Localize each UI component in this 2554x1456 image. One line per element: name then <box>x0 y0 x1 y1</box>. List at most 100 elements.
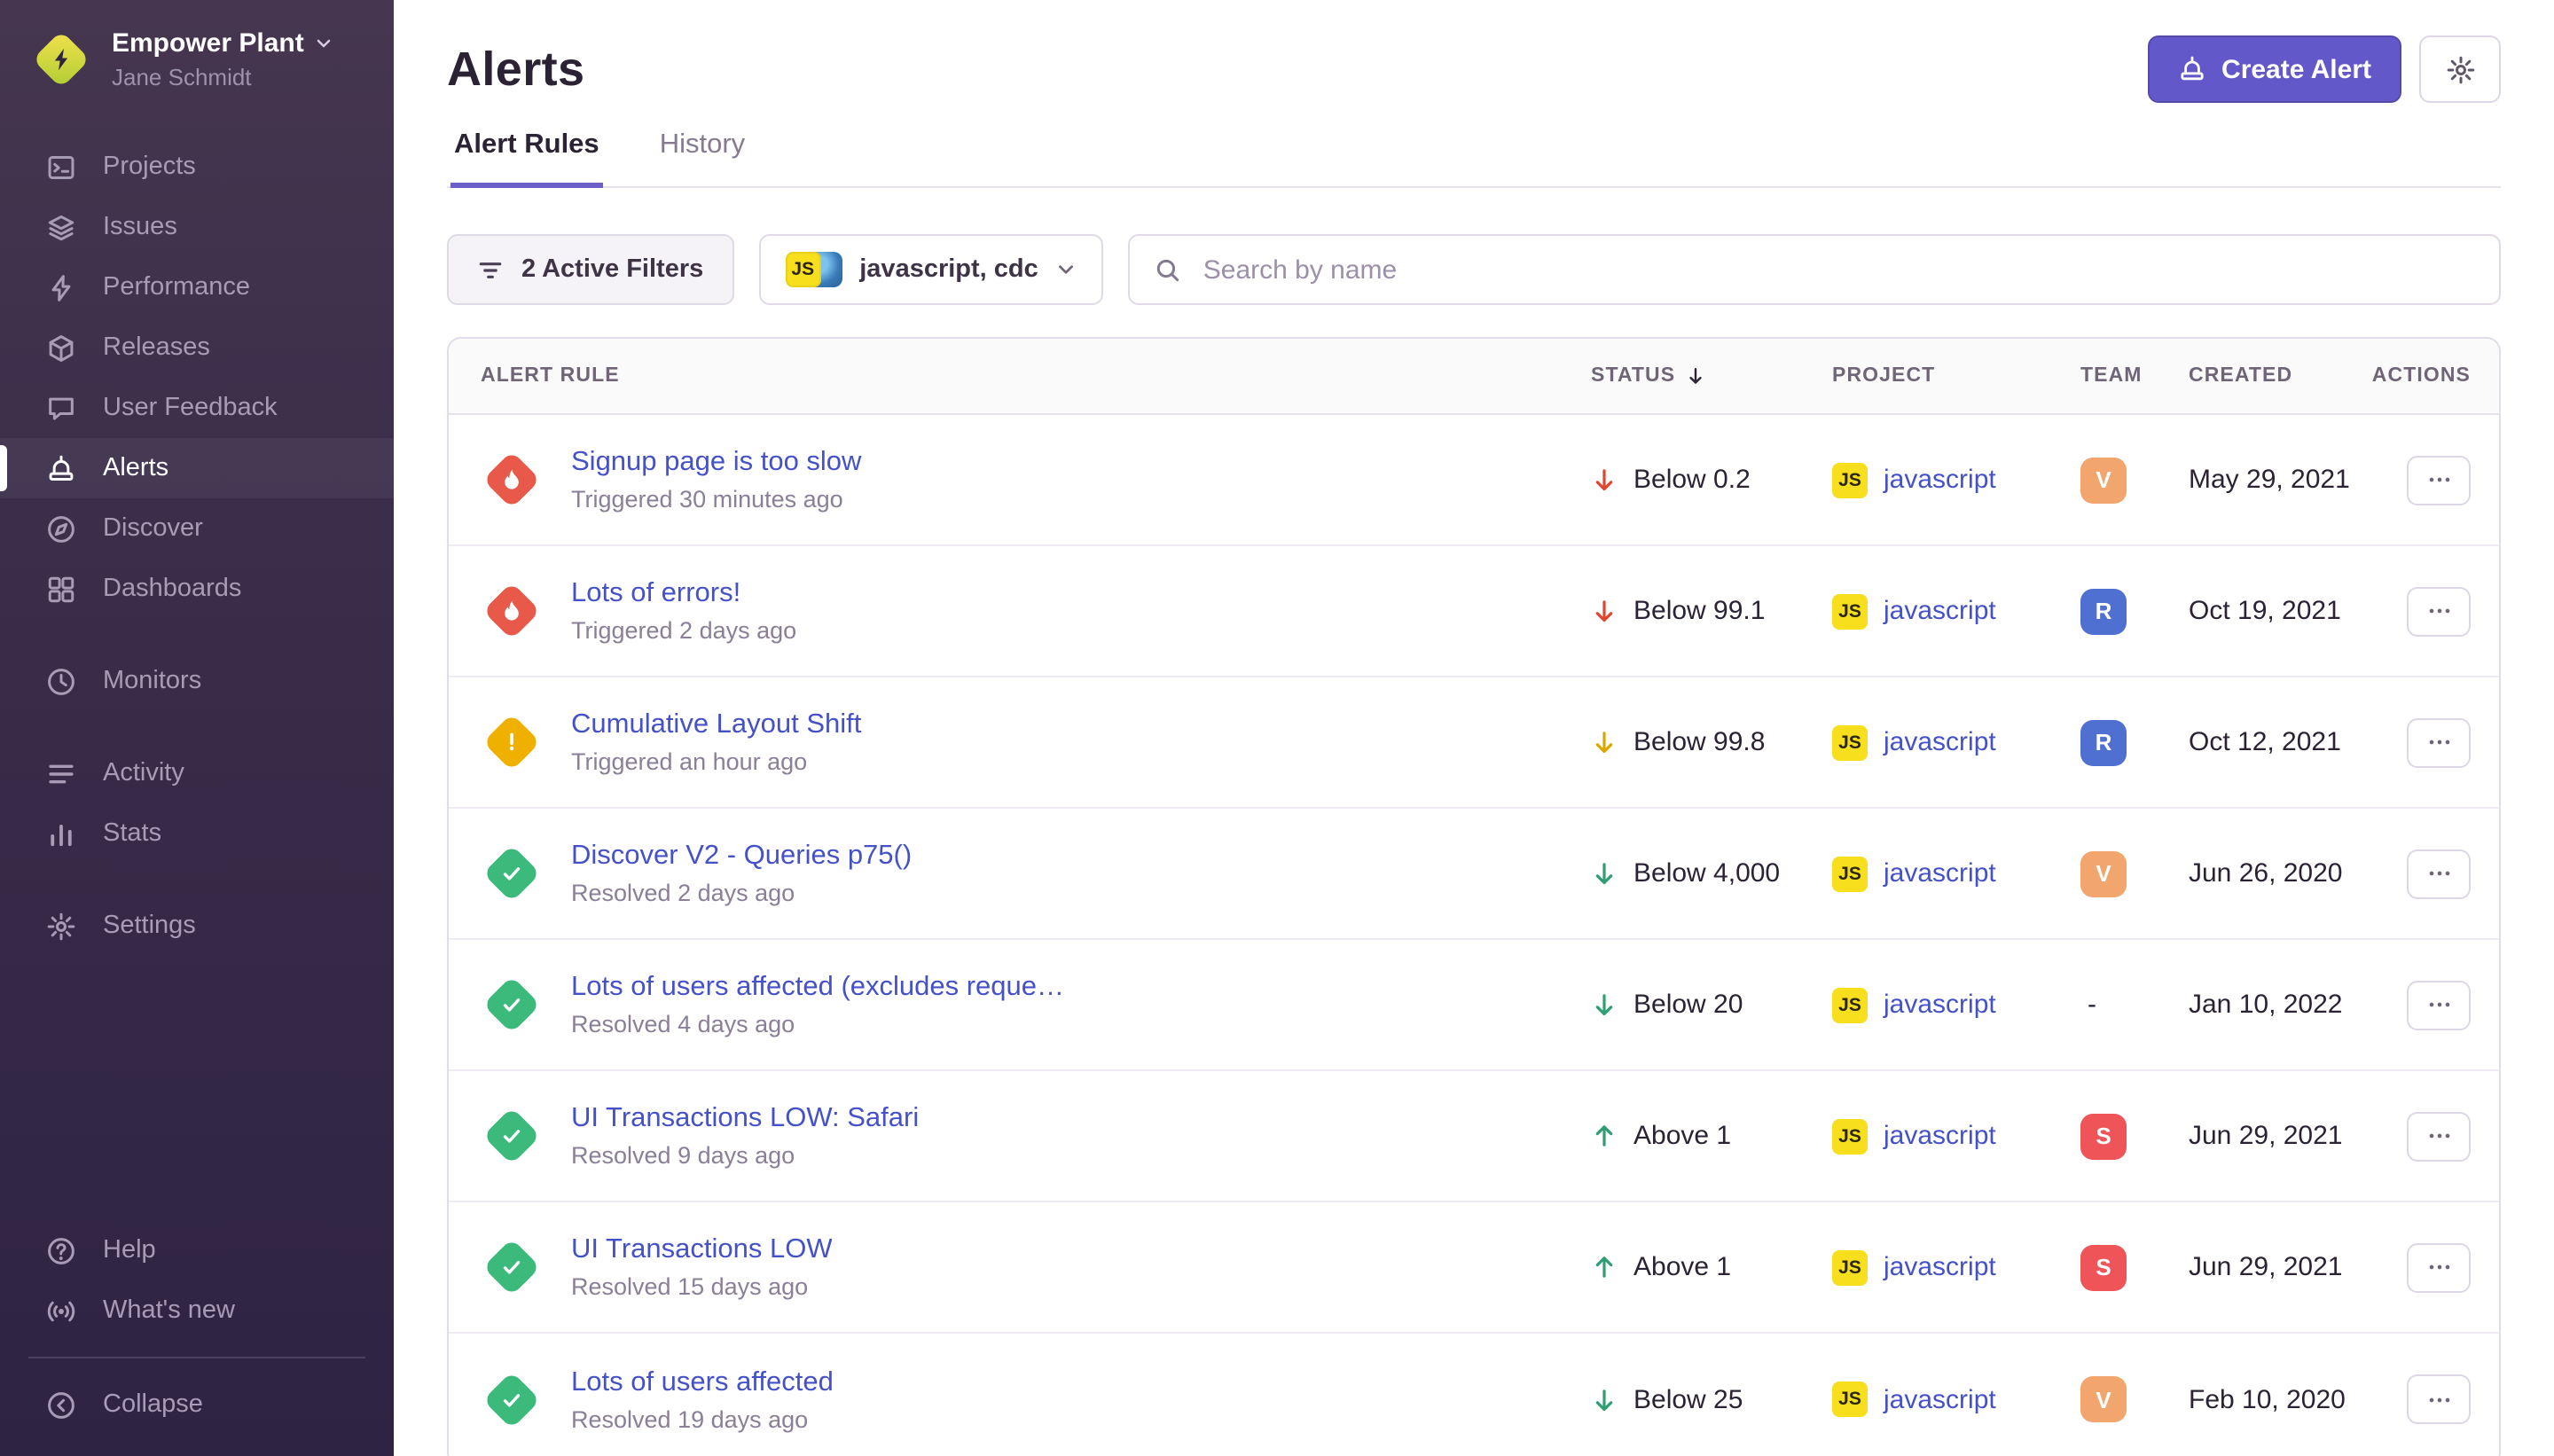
collapse-icon <box>46 1389 76 1420</box>
javascript-platform-icon: JS <box>1832 724 1868 760</box>
project-link[interactable]: javascript <box>1884 1384 1996 1414</box>
team-avatar: S <box>2080 1113 2127 1159</box>
ellipsis-icon <box>2425 1123 2452 1149</box>
sidebar-item-monitors[interactable]: Monitors <box>0 651 394 711</box>
sidebar-item-label: Monitors <box>103 667 201 695</box>
arrow-down-icon <box>1591 466 1618 493</box>
alert-rule-link[interactable]: UI Transactions LOW: Safari <box>571 1103 919 1135</box>
column-header-status[interactable]: Status <box>1591 365 1832 387</box>
resolved-glyph-icon <box>500 1256 523 1279</box>
alert-rule-subtitle: Resolved 15 days ago <box>571 1273 833 1300</box>
create-alert-button[interactable]: Create Alert <box>2147 35 2401 103</box>
created-date: Oct 12, 2021 <box>2189 727 2382 757</box>
arrow-down-icon <box>1591 729 1618 755</box>
table-row: UI Transactions LOW: Safari Resolved 9 d… <box>449 1071 2499 1202</box>
column-header-alert-rule: Alert Rule <box>449 365 1591 387</box>
project-link[interactable]: javascript <box>1884 858 1996 888</box>
performance-icon <box>46 272 76 302</box>
row-actions-button[interactable] <box>2407 1111 2471 1161</box>
row-actions-button[interactable] <box>2407 586 2471 636</box>
project-link[interactable]: javascript <box>1884 1121 1996 1151</box>
project-filter-select[interactable]: JS javascript, cdc <box>758 234 1104 305</box>
arrow-down-icon <box>1591 991 1618 1018</box>
alert-rule-link[interactable]: Signup page is too slow <box>571 447 861 479</box>
project-link[interactable]: javascript <box>1884 596 1996 626</box>
javascript-platform-icon: JS <box>785 252 820 287</box>
page-header: Alerts Create Alert <box>447 0 2501 103</box>
sidebar-item-performance[interactable]: Performance <box>0 257 394 317</box>
sidebar-item-label: Discover <box>103 514 203 543</box>
search-icon <box>1156 256 1182 283</box>
row-actions-button[interactable] <box>2407 717 2471 767</box>
org-switcher[interactable]: Empower Plant Jane Schmidt <box>0 0 394 101</box>
status-text: Below 25 <box>1633 1384 1743 1414</box>
sidebar-item-user-feedback[interactable]: User Feedback <box>0 378 394 438</box>
row-actions-button[interactable] <box>2407 1374 2471 1424</box>
arrow-up-icon <box>1591 1254 1618 1280</box>
sidebar-item-settings[interactable]: Settings <box>0 896 394 956</box>
arrow-up-icon <box>1591 1123 1618 1149</box>
table-header: Alert RuleStatusProjectTeamCreatedAction… <box>449 339 2499 415</box>
project-link[interactable]: javascript <box>1884 727 1996 757</box>
alert-rule-link[interactable]: Cumulative Layout Shift <box>571 709 861 741</box>
alert-rule-subtitle: Resolved 19 days ago <box>571 1405 834 1432</box>
bolt-icon <box>48 46 74 73</box>
status-text: Below 99.8 <box>1633 727 1765 757</box>
sidebar-item-projects[interactable]: Projects <box>0 137 394 197</box>
settings-button[interactable] <box>2419 35 2501 103</box>
row-actions-button[interactable] <box>2407 980 2471 1029</box>
alert-rule-link[interactable]: Lots of users affected <box>571 1366 834 1398</box>
ellipsis-icon <box>2425 1386 2452 1413</box>
row-actions-button[interactable] <box>2407 455 2471 505</box>
created-date: Jun 29, 2021 <box>2189 1121 2382 1151</box>
projects-icon <box>46 152 76 182</box>
tab-history[interactable]: History <box>656 129 748 188</box>
status-text: Below 20 <box>1633 990 1743 1020</box>
search-input[interactable] <box>1200 253 2474 286</box>
ellipsis-icon <box>2425 991 2452 1018</box>
sidebar-item-discover[interactable]: Discover <box>0 498 394 559</box>
sidebar-item-collapse[interactable]: Collapse <box>0 1374 394 1435</box>
create-alert-label: Create Alert <box>2221 54 2371 84</box>
settings-icon <box>46 911 76 941</box>
row-actions-button[interactable] <box>2407 849 2471 898</box>
table-row: Cumulative Layout Shift Triggered an hou… <box>449 677 2499 809</box>
alert-rule-link[interactable]: Lots of users affected (excludes reque… <box>571 972 1064 1004</box>
resolved-icon <box>482 975 540 1033</box>
project-link[interactable]: javascript <box>1884 1252 1996 1282</box>
active-filters-button[interactable]: 2 Active Filters <box>447 234 733 305</box>
alert-rule-link[interactable]: Lots of errors! <box>571 578 796 610</box>
search-bar <box>1129 234 2501 305</box>
sidebar-item-releases[interactable]: Releases <box>0 317 394 378</box>
javascript-platform-icon: JS <box>1832 462 1868 497</box>
critical-icon <box>482 582 540 639</box>
sidebar-item-activity[interactable]: Activity <box>0 743 394 803</box>
main-content: Alerts Create Alert Alert Rules History 2… <box>394 0 2554 1456</box>
row-actions-button[interactable] <box>2407 1242 2471 1292</box>
sidebar-item-stats[interactable]: Stats <box>0 803 394 864</box>
status-text: Below 4,000 <box>1633 858 1780 888</box>
tabs: Alert Rules History <box>447 129 2501 188</box>
discover-icon <box>46 513 76 544</box>
user-feedback-icon <box>46 393 76 423</box>
sidebar: Empower Plant Jane Schmidt ProjectsIssue… <box>0 0 394 1456</box>
project-filter-label: javascript, cdc <box>859 255 1038 284</box>
arrow-down-icon <box>1591 1386 1618 1413</box>
project-link[interactable]: javascript <box>1884 465 1996 495</box>
alert-rule-link[interactable]: Discover V2 - Queries p75() <box>571 841 912 873</box>
sidebar-nav: ProjectsIssuesPerformanceReleasesUser Fe… <box>0 101 394 1220</box>
javascript-platform-icon: JS <box>1832 1382 1868 1417</box>
project-link[interactable]: javascript <box>1884 990 1996 1020</box>
sidebar-item-issues[interactable]: Issues <box>0 197 394 257</box>
alert-rule-link[interactable]: UI Transactions LOW <box>571 1234 833 1266</box>
sidebar-item-alerts[interactable]: Alerts <box>0 438 394 498</box>
chevron-down-icon <box>315 34 334 53</box>
resolved-glyph-icon <box>500 1124 523 1147</box>
tab-alert-rules[interactable]: Alert Rules <box>450 129 603 188</box>
team-avatar: R <box>2080 719 2127 765</box>
created-date: Oct 19, 2021 <box>2189 596 2382 626</box>
sidebar-item-whats-new[interactable]: What's new <box>0 1280 394 1341</box>
sidebar-item-help[interactable]: Help <box>0 1220 394 1280</box>
sidebar-item-dashboards[interactable]: Dashboards <box>0 559 394 619</box>
issues-icon <box>46 212 76 242</box>
